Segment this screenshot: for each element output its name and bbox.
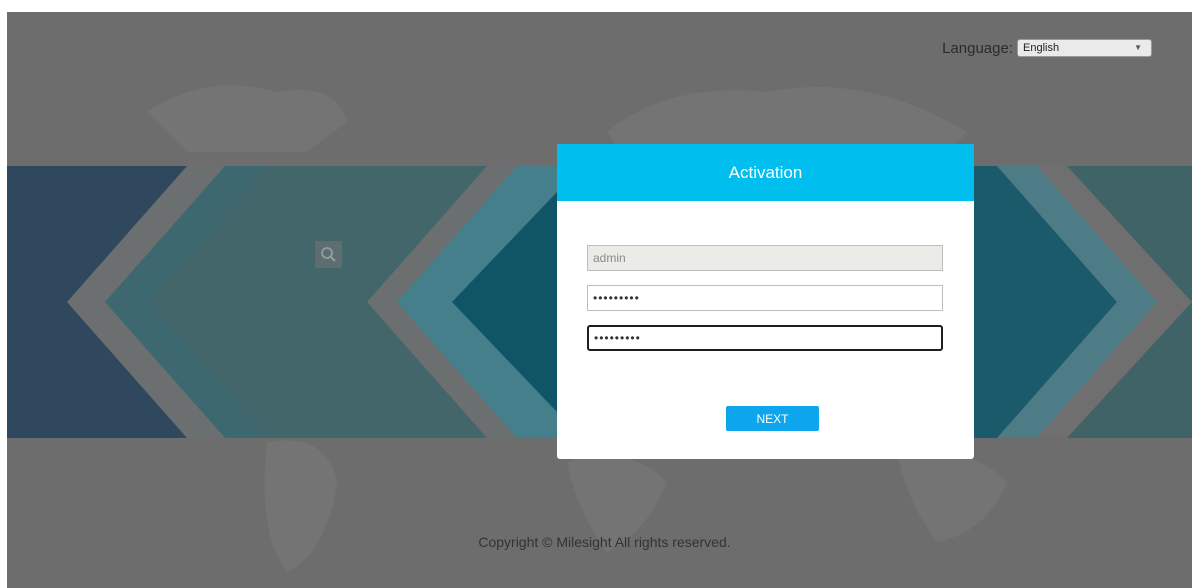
confirm-password-field[interactable]	[587, 325, 943, 351]
language-selector: Language: English ▼	[942, 39, 1152, 57]
language-selected-value: English	[1023, 42, 1060, 54]
username-field[interactable]	[587, 245, 943, 271]
dialog-header: Activation	[557, 144, 974, 201]
language-dropdown[interactable]: English ▼	[1017, 39, 1152, 57]
chevron-down-icon: ▼	[1134, 43, 1142, 52]
search-icon[interactable]	[315, 241, 342, 268]
background-overlay: Language: English ▼ Activation NEXT Copy…	[7, 12, 1192, 588]
dialog-title: Activation	[728, 162, 803, 182]
activation-dialog: Activation NEXT	[557, 144, 974, 459]
language-label: Language:	[942, 39, 1013, 57]
next-button[interactable]: NEXT	[726, 406, 819, 431]
password-field[interactable]	[587, 285, 943, 311]
copyright-text: Copyright © Milesight All rights reserve…	[478, 534, 731, 550]
